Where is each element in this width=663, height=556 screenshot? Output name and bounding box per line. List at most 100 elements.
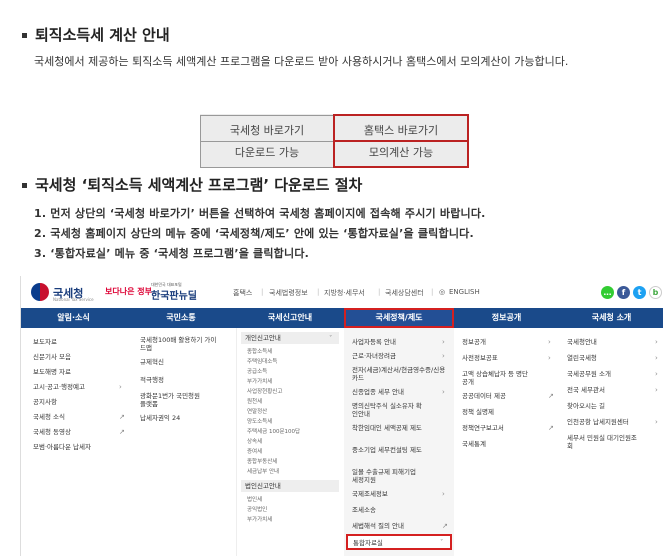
chevron-down-icon: ˅	[440, 538, 444, 546]
nav-about[interactable]: 국세청 소개	[559, 308, 663, 328]
menu-item[interactable]: 국세청 소식 ↗	[33, 413, 125, 421]
menu-col-news: 보도자료 신문기사 모음 보도해명 자료 고시·공고·행정예고 › 공지사항 국세…	[21, 328, 126, 556]
nav-communication[interactable]: 국민소통	[126, 308, 236, 328]
menu-item[interactable]: 신종업종 세무 안내 ›	[352, 388, 448, 396]
nav-info-disclosure[interactable]: 정보공개	[454, 308, 559, 328]
util-regional[interactable]: 지방청·세무서	[324, 288, 365, 298]
menu-item[interactable]: 신문기사 모음	[33, 353, 71, 361]
nav-news[interactable]: 알림·소식	[21, 308, 126, 328]
submenu-item[interactable]: 원천세	[247, 398, 262, 406]
integrated-library-label: 통합자료실	[353, 539, 383, 547]
section1-description: 국세청에서 제공하는 퇴직소득 세액계산 프로그램을 다운로드 받아 사용하시거…	[34, 55, 569, 68]
menu-item-label: 국세청 소식	[33, 413, 65, 421]
section2-title: 국세청 ‘퇴직소득 세액계산 프로그램’ 다운로드 절차	[22, 174, 362, 195]
util-counsel[interactable]: 국세상담센터	[385, 288, 424, 298]
menu-item[interactable]: 중소기업 세무컨설팅 제도	[352, 446, 422, 454]
menu-item-label: 국세공무원 소개	[567, 370, 611, 378]
submenu-item[interactable]: 상속세	[247, 438, 262, 446]
menu-item[interactable]: 광화문1번가 국민청원플랫폼	[140, 392, 202, 408]
menu-item[interactable]: 전국 세무관서 ›	[567, 386, 661, 394]
menu-item-label: 근로·자녀장려금	[352, 352, 396, 360]
talk-icon[interactable]: …	[601, 286, 614, 299]
menu-item[interactable]: 정보공개 ›	[462, 338, 554, 346]
submenu-item[interactable]: 연말정산	[247, 408, 267, 416]
chevron-right-icon: ›	[442, 338, 445, 346]
menu-item[interactable]: 국세청 동영상 ↗	[33, 428, 125, 436]
menu-item[interactable]: 고시·공고·행정예고 ›	[33, 383, 123, 391]
submenu-item[interactable]: 부가가치세	[247, 516, 272, 524]
submenu-item[interactable]: 공익법인	[247, 506, 267, 514]
submenu-item[interactable]: 사업장현황신고	[247, 388, 282, 396]
menu-col-communication: 국세청100배 활용하기 가이드맵 규제혁신 적극행정 광화문1번가 국민청원플…	[126, 328, 236, 556]
bullet-icon	[22, 33, 27, 38]
menu-col-info: 정보공개 › 사전정보공표 › 고액 상습체납자 등 명단 공개 공공데이터 제공 ↗…	[454, 328, 559, 556]
nav-tax-policy[interactable]: 국세정책/제도	[344, 308, 454, 328]
blog-icon[interactable]: b	[649, 286, 662, 299]
hometax-shortcut-cell[interactable]: 홈택스 바로가기	[333, 114, 469, 142]
submenu-item[interactable]: 부가가치세	[247, 378, 272, 386]
submenu-item[interactable]: 증여세	[247, 448, 262, 456]
chevron-right-icon: ›	[548, 338, 551, 346]
menu-item[interactable]: 납세자권익 24	[140, 414, 180, 422]
menu-item[interactable]: 세법해석 질의 안내 ↗	[352, 522, 448, 530]
nav-tax-filing[interactable]: 국세신고안내	[236, 308, 344, 328]
chevron-right-icon: ›	[655, 370, 658, 378]
menu-item[interactable]: 보도해명 자료	[33, 368, 71, 376]
menu-item[interactable]: 세무서 민원실 대기인원조회	[567, 434, 637, 450]
util-divider: |	[378, 288, 381, 296]
submenu-item[interactable]: 공급소득	[247, 368, 267, 376]
submenu-item[interactable]: 법인세	[247, 496, 262, 504]
submenu-item[interactable]: 종합부동산세	[247, 458, 277, 466]
menu-item[interactable]: 모범·아름다운 납세자	[33, 443, 91, 451]
menu-item[interactable]: 국세공무원 소개 ›	[567, 370, 661, 378]
menu-item[interactable]: 규제혁신	[140, 358, 164, 366]
menu-item-label: 국세청안내	[567, 338, 597, 346]
chevron-right-icon: ›	[655, 354, 658, 362]
nts-shortcut-cell[interactable]: 국세청 바로가기	[200, 114, 335, 142]
menu-item[interactable]: 전자(세금)계산서/현금영수증/신용카드	[352, 366, 448, 382]
menu-item-label: 세법해석 질의 안내	[352, 522, 404, 530]
step-1: 1. 먼저 상단의 ‘국세청 바로가기’ 버튼을 선택하여 국세청 홈페이지에 …	[34, 207, 486, 220]
menu-col-tax-filing: 개인신고안내 ˅ 종합소득세 주택임대소득 공급소득 부가가치세 사업장현황신고 …	[236, 328, 345, 556]
menu-item[interactable]: 사업자등록 안내 ›	[352, 338, 448, 346]
submenu-item[interactable]: 양도소득세	[247, 418, 272, 426]
menu-item-label: 사전정보공표	[462, 354, 498, 362]
menu-item[interactable]: 국세청100배 활용하기 가이드맵	[140, 336, 220, 352]
simulation-available-cell: 모의계산 가능	[333, 140, 469, 168]
menu-item[interactable]: 착한임대인 세액공제 제도	[352, 424, 422, 432]
integrated-library-item[interactable]: 통합자료실 ˅	[346, 534, 452, 550]
submenu-label: 법인신고안내	[245, 482, 281, 490]
menu-item[interactable]: 보도자료	[33, 338, 57, 346]
submenu-item[interactable]: 주택임대소득	[247, 358, 277, 366]
menu-item[interactable]: 정책연구보고서 ↗	[462, 424, 554, 432]
menu-item[interactable]: 인천공항 납세지원센터 ›	[567, 418, 661, 426]
util-english[interactable]: ENGLISH	[449, 288, 480, 296]
menu-item[interactable]: 공지사항	[33, 398, 57, 406]
menu-item[interactable]: 사전정보공표 ›	[462, 354, 554, 362]
menu-item[interactable]: 일몰 수출규제 피해기업 세정지원	[352, 468, 422, 484]
external-link-icon: ↗	[442, 522, 448, 530]
submenu-personal[interactable]: 개인신고안내 ˅	[241, 332, 339, 344]
menu-item[interactable]: 고액 상습체납자 등 명단 공개	[462, 370, 532, 386]
menu-item[interactable]: 근로·자녀장려금 ›	[352, 352, 448, 360]
facebook-icon[interactable]: f	[617, 286, 630, 299]
menu-item[interactable]: 국세청안내 ›	[567, 338, 661, 346]
submenu-item[interactable]: 주택세금 100문100답	[247, 428, 300, 436]
submenu-item[interactable]: 세금납부 안내	[247, 468, 279, 476]
menu-item[interactable]: 공공데이터 제공 ↗	[462, 392, 554, 400]
menu-item[interactable]: 적극행정	[140, 376, 164, 384]
menu-item[interactable]: 정책 실명제	[462, 408, 494, 416]
menu-item[interactable]: 국제조세정보 ›	[352, 490, 448, 498]
submenu-corporate[interactable]: 법인신고안내	[241, 480, 339, 492]
menu-item[interactable]: 국세통계	[462, 440, 486, 448]
menu-item[interactable]: 열린국세청 ›	[567, 354, 661, 362]
menu-item[interactable]: 조세소송	[352, 506, 448, 514]
twitter-icon[interactable]: t	[633, 286, 646, 299]
util-law-info[interactable]: 국세법령정보	[269, 288, 308, 298]
util-hometax[interactable]: 홈택스	[233, 288, 252, 298]
menu-item-label: 정보공개	[462, 338, 486, 346]
step-3: 3. ‘통합자료실’ 메뉴 중 ‘국세청 프로그램’을 클릭합니다.	[34, 247, 310, 260]
menu-item[interactable]: 찾아오시는 길	[567, 402, 605, 410]
menu-item[interactable]: 명의신탁주식 실소유자 확인안내	[352, 402, 422, 418]
submenu-item[interactable]: 종합소득세	[247, 348, 272, 356]
